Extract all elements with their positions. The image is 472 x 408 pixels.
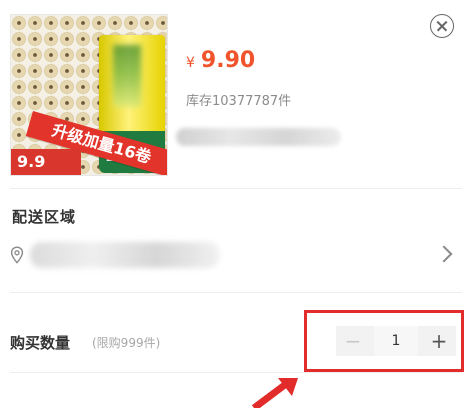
currency-symbol: ¥: [186, 55, 195, 71]
sku-selector-sheet: 12+4 升级加量16卷 9.9 ¥9.90 库存10377787件 配送区域 …: [0, 0, 472, 408]
divider: [10, 292, 462, 293]
delivery-address-blurred[interactable]: [30, 242, 220, 268]
quantity-limit-note: (限购999件): [92, 336, 161, 350]
price-value: 9.90: [200, 48, 256, 73]
divider: [10, 188, 462, 189]
stock-count: 库存10377787件: [186, 94, 292, 109]
selected-spec-blurred: [176, 128, 341, 146]
divider: [10, 372, 462, 373]
image-corner-price: 9.9: [11, 149, 81, 175]
quantity-label: 购买数量: [10, 334, 71, 352]
delivery-area-title: 配送区域: [12, 208, 77, 226]
close-icon[interactable]: [430, 14, 454, 38]
chevron-right-icon[interactable]: [435, 245, 453, 263]
annotation-highlight-box: [304, 310, 464, 372]
product-price: ¥9.90: [186, 48, 255, 73]
product-image: 12+4 升级加量16卷 9.9: [10, 14, 168, 176]
red-arrow-icon: [252, 378, 298, 408]
location-pin-icon: [10, 246, 24, 264]
